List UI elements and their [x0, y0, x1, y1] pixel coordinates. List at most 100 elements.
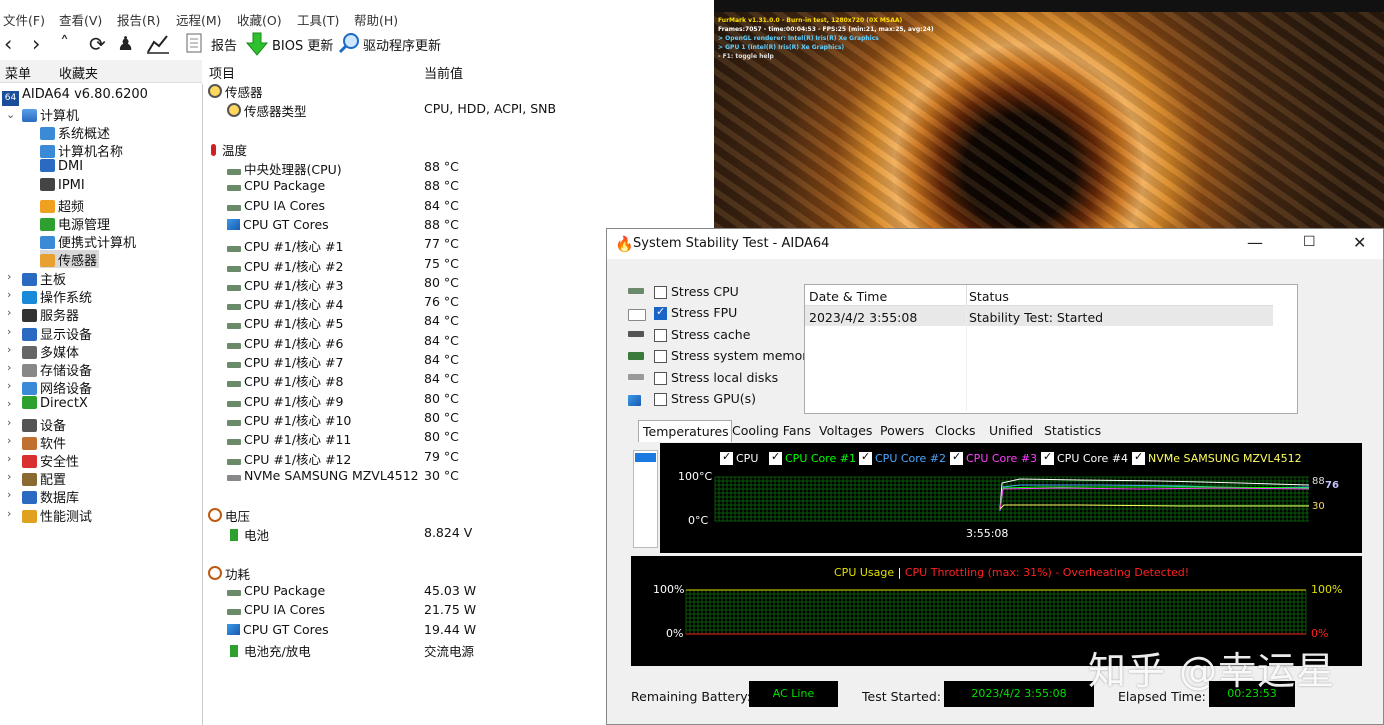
chevron-right-icon[interactable]: ›	[7, 306, 11, 319]
menu-favorites[interactable]: 收藏(O)	[237, 10, 282, 29]
graph-scrollbar[interactable]	[633, 450, 658, 548]
chevron-right-icon[interactable]: ›	[7, 416, 11, 429]
tab-temperatures[interactable]: Temperatures	[638, 420, 732, 442]
refresh-icon[interactable]: ⟳	[89, 32, 106, 56]
menu-help[interactable]: 帮助(H)	[354, 10, 398, 29]
chevron-down-icon[interactable]: ⌄	[6, 108, 15, 121]
stress-fpu-label[interactable]: Stress FPU	[671, 305, 737, 320]
list-item[interactable]: 中央处理器(CPU) 88 °C	[227, 159, 707, 178]
menu-tools[interactable]: 工具(T)	[297, 10, 339, 29]
tab-menu[interactable]: 菜单	[5, 63, 31, 82]
item-value: 75 °C	[424, 255, 459, 271]
tree-item-operating-system[interactable]: 操作系统	[22, 287, 92, 306]
stress-fpu-checkbox[interactable]	[654, 305, 667, 321]
chevron-right-icon[interactable]: ›	[7, 379, 11, 392]
tab-clocks[interactable]: Clocks	[931, 420, 987, 441]
tree-item-display[interactable]: 显示设备	[22, 324, 92, 343]
tree-item-sensor[interactable]: 传感器	[40, 250, 100, 269]
stress-cache-checkbox[interactable]	[654, 328, 667, 342]
tree-item-computer[interactable]: 计算机	[22, 105, 80, 124]
bios-update-button[interactable]: BIOS 更新	[272, 35, 333, 54]
stress-cpu-label[interactable]: Stress CPU	[671, 284, 739, 299]
tab-powers[interactable]: Powers	[876, 420, 934, 441]
stress-disks-label[interactable]: Stress local disks	[671, 370, 778, 385]
chevron-right-icon[interactable]: ›	[7, 507, 11, 520]
maximize-button[interactable]: ☐	[1303, 234, 1316, 250]
list-item[interactable]: CPU IA Cores 84 °C	[227, 198, 707, 217]
tree-item-storage[interactable]: 存储设备	[22, 360, 92, 379]
tab-voltages[interactable]: Voltages	[815, 420, 879, 441]
menu-report[interactable]: 报告(R)	[117, 10, 160, 29]
driver-search-icon[interactable]	[338, 32, 360, 59]
close-button[interactable]: ✕	[1353, 233, 1366, 252]
stress-cache-label[interactable]: Stress cache	[671, 327, 750, 342]
report-icon[interactable]	[186, 32, 202, 59]
up-icon[interactable]: ˄	[60, 32, 69, 56]
stress-gpu-checkbox[interactable]	[654, 393, 667, 406]
tab-statistics[interactable]: Statistics	[1040, 420, 1104, 441]
tab-cooling-fans[interactable]: Cooling Fans	[728, 420, 818, 441]
chevron-right-icon[interactable]: ›	[7, 488, 11, 501]
menu-view[interactable]: 查看(V)	[59, 10, 102, 29]
tree-item-motherboard[interactable]: 主板	[22, 269, 66, 288]
menu-file[interactable]: 文件(F)	[3, 10, 45, 29]
stress-cpu-checkbox[interactable]	[654, 286, 667, 299]
tree-item-config[interactable]: 配置	[22, 469, 66, 488]
stress-memory-checkbox[interactable]	[654, 350, 667, 364]
chevron-right-icon[interactable]: ›	[7, 470, 11, 483]
chevron-right-icon[interactable]: ›	[7, 452, 11, 465]
tree-item-devices[interactable]: 设备	[22, 415, 66, 434]
driver-update-button[interactable]: 驱动程序更新	[363, 35, 441, 54]
chevron-right-icon[interactable]: ›	[7, 361, 11, 374]
column-item[interactable]: 项目	[209, 63, 235, 82]
tree-item-directx[interactable]: DirectX	[22, 396, 88, 414]
tree-item-power-management[interactable]: 电源管理	[40, 214, 110, 233]
tree-item-computer-name[interactable]: 计算机名称	[40, 141, 123, 160]
user-icon[interactable]: ♟	[117, 32, 134, 56]
item-name: CPU GT Cores	[243, 621, 329, 637]
tree-item-ipmi[interactable]: IPMI	[40, 177, 85, 196]
stress-gpu-label[interactable]: Stress GPU(s)	[671, 391, 756, 406]
list-item[interactable]: CPU Package 88 °C	[227, 178, 707, 197]
minimize-button[interactable]: —	[1247, 233, 1263, 252]
log-col-datetime[interactable]: Date & Time	[809, 289, 887, 304]
tree-item-overclock[interactable]: 超频	[40, 196, 84, 215]
back-icon[interactable]: ‹	[4, 32, 12, 56]
tree-item-benchmark[interactable]: 性能测试	[22, 506, 92, 525]
tree-item-security[interactable]: 安全性	[22, 451, 79, 470]
gpu-icon	[227, 218, 240, 230]
event-log-table[interactable]: Date & Time Status 2023/4/2 3:55:08 Stab…	[804, 284, 1298, 414]
report-button[interactable]: 报告	[211, 35, 237, 54]
tree-item-label: 计算机	[40, 109, 80, 124]
tree-item-dmi[interactable]: DMI	[40, 159, 83, 177]
log-col-status[interactable]: Status	[969, 289, 1009, 304]
forward-icon[interactable]: ›	[32, 32, 40, 56]
chevron-right-icon[interactable]: ›	[7, 343, 11, 356]
tab-favorites[interactable]: 收藏夹	[59, 63, 98, 82]
scrollbar-thumb[interactable]	[635, 453, 656, 462]
tree-item-system-summary[interactable]: 系统概述	[40, 123, 110, 142]
tree-item-database[interactable]: 数据库	[22, 487, 79, 506]
stress-cache-icon	[628, 330, 644, 337]
table-row[interactable]: 2023/4/2 3:55:08 Stability Test: Started	[805, 306, 1273, 326]
chart-icon[interactable]	[146, 32, 170, 59]
thermometer-icon	[211, 144, 216, 156]
tree-item-network[interactable]: 网络设备	[22, 378, 92, 397]
tree-item-portable-computer[interactable]: 便携式计算机	[40, 232, 136, 251]
column-value[interactable]: 当前值	[424, 63, 463, 82]
tab-unified[interactable]: Unified	[985, 420, 1043, 441]
tree-item-software[interactable]: 软件	[22, 433, 66, 452]
tree-item-server[interactable]: 服务器	[22, 305, 79, 324]
stress-memory-label[interactable]: Stress system memory	[671, 348, 815, 363]
chevron-right-icon[interactable]: ›	[7, 270, 11, 283]
bios-update-icon[interactable]	[245, 32, 269, 61]
menu-remote[interactable]: 远程(M)	[176, 10, 222, 29]
chevron-right-icon[interactable]: ›	[7, 434, 11, 447]
chevron-right-icon[interactable]: ›	[7, 325, 11, 338]
chevron-right-icon[interactable]: ›	[7, 397, 11, 410]
tree-root[interactable]: 64 AIDA64 v6.80.6200	[2, 87, 148, 106]
list-item-sensor-type[interactable]: 传感器类型 CPU, HDD, ACPI, SNB	[227, 101, 707, 120]
tree-item-multimedia[interactable]: 多媒体	[22, 342, 79, 361]
chevron-right-icon[interactable]: ›	[7, 288, 11, 301]
stress-disks-checkbox[interactable]	[654, 371, 667, 385]
